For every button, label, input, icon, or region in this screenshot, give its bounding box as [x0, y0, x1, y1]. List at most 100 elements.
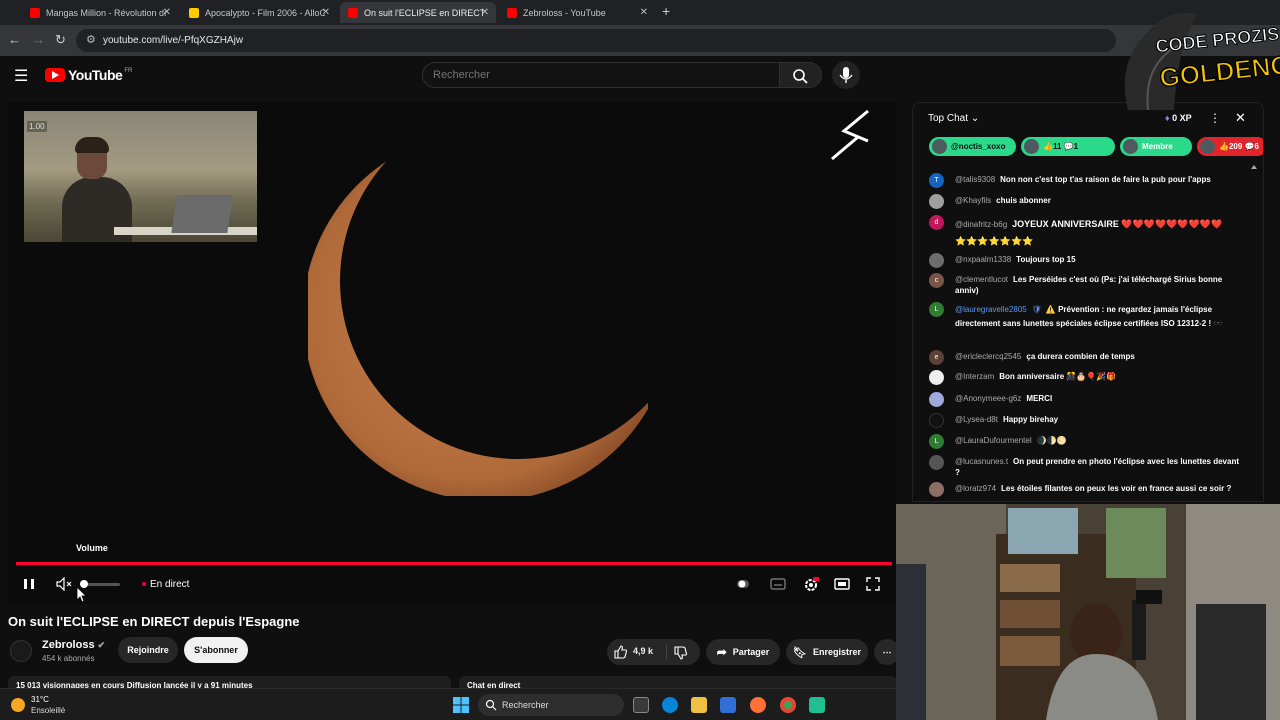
tab-eclipse-live[interactable]: On suit l'ECLIPSE en DIRECT de ✕	[340, 2, 496, 23]
dislike-icon[interactable]	[674, 646, 688, 660]
author-name[interactable]: @loratz974	[955, 484, 996, 493]
search-button[interactable]	[780, 62, 822, 88]
live-indicator[interactable]: En direct	[142, 579, 189, 590]
forward-arrow-icon[interactable]: →	[32, 32, 45, 47]
microsoft-store-icon[interactable]	[720, 697, 736, 713]
weather-sun-icon[interactable]	[11, 698, 25, 712]
message-body: @Khayfils chuis abonner	[955, 195, 1245, 206]
author-name[interactable]: @ericleclercq2545	[955, 352, 1021, 361]
avatar[interactable]: T	[929, 173, 944, 188]
app-icon[interactable]	[809, 697, 825, 713]
avatar[interactable]	[929, 194, 944, 209]
author-name[interactable]: @Khayfils	[955, 196, 991, 205]
like-icon[interactable]	[614, 645, 628, 659]
share-button[interactable]: ➦ Partager	[706, 639, 780, 665]
firefox-icon[interactable]	[750, 697, 766, 713]
author-name[interactable]: @lucasnunes.t	[955, 457, 1008, 466]
avatar[interactable]: d	[929, 215, 944, 230]
avatar[interactable]: e	[929, 350, 944, 365]
theater-mode-icon[interactable]	[834, 577, 850, 591]
chat-chip-poll[interactable]: 👍11 💬1	[1021, 137, 1115, 156]
chevron-down-icon: ⌄	[970, 113, 980, 124]
new-tab-button[interactable]: +	[662, 3, 670, 19]
author-name[interactable]: @LauraDufourmentel	[955, 436, 1032, 445]
author-name[interactable]: @Anonymeee-g6z	[955, 394, 1021, 403]
tab-zebroloss[interactable]: Zebroloss - YouTube ✕	[499, 2, 655, 23]
weather-temperature[interactable]: 31°C	[31, 695, 49, 704]
subscribe-button[interactable]: S'abonner	[184, 637, 248, 663]
xp-badge[interactable]: ♦ 0 XP	[1165, 113, 1192, 123]
edge-browser-icon[interactable]	[662, 697, 678, 713]
pause-icon[interactable]	[22, 577, 36, 591]
message-text: MERCI	[1026, 394, 1053, 403]
join-button[interactable]: Rejoindre	[118, 637, 178, 663]
autoplay-toggle-icon[interactable]	[736, 577, 750, 591]
weather-description[interactable]: Ensoleillé	[31, 706, 65, 715]
voice-search-button[interactable]	[832, 61, 860, 89]
volume-tooltip: Volume	[76, 543, 108, 553]
avatar[interactable]: L	[929, 434, 944, 449]
pip-label: 1.00	[27, 121, 47, 132]
avatar[interactable]	[929, 370, 944, 385]
author-name[interactable]: @talis9308	[955, 175, 995, 184]
youtube-logo[interactable]: YouTube FR	[45, 67, 132, 83]
avatar[interactable]: c	[929, 273, 944, 288]
chrome-icon[interactable]	[780, 697, 796, 713]
avatar[interactable]	[929, 413, 944, 428]
close-icon[interactable]: ✕	[1235, 110, 1246, 126]
save-button[interactable]: 🔖︎ Enregistrer	[786, 639, 868, 665]
subtitles-icon[interactable]	[770, 577, 786, 591]
message-text: chuis abonner	[996, 196, 1051, 205]
close-tab-icon[interactable]: ✕	[481, 7, 489, 18]
chat-options-icon[interactable]: ⋮	[1209, 111, 1221, 125]
chat-message: @Anonymeee-g6z MERCI	[929, 392, 1249, 408]
back-arrow-icon[interactable]: ←	[8, 32, 21, 47]
url-field[interactable]: ⚙ youtube.com/live/-PfqXGZHAjw	[76, 29, 1116, 52]
allocine-favicon-icon	[189, 7, 199, 18]
settings-gear-icon[interactable]	[803, 577, 819, 593]
windows-start-icon[interactable]	[453, 697, 469, 713]
author-name[interactable]: @lauregravelle2805	[955, 305, 1027, 314]
author-name[interactable]: @clementlucot	[955, 275, 1008, 284]
chip-label: 👍11 💬1	[1043, 142, 1079, 151]
video-player[interactable]: 1.00 Volume En direct	[8, 102, 896, 604]
chat-scrollbar[interactable]	[1251, 163, 1257, 493]
more-icon: ⋯	[882, 646, 892, 657]
file-explorer-icon[interactable]	[691, 697, 707, 713]
close-tab-icon[interactable]: ✕	[163, 7, 171, 18]
tab-mangas-million[interactable]: Mangas Million - Révolution de ✕	[22, 2, 178, 23]
search-box[interactable]	[422, 62, 780, 88]
chip-label: Membre	[1142, 142, 1173, 151]
avatar[interactable]	[929, 253, 944, 268]
chat-message: @Khayfils chuis abonner	[929, 194, 1249, 210]
chat-message: L @LauraDufourmentel 🌒🌓🌕	[929, 434, 1249, 452]
close-tab-icon[interactable]: ✕	[322, 7, 330, 18]
avatar[interactable]	[929, 392, 944, 407]
site-info-icon[interactable]: ⚙	[86, 33, 96, 46]
fullscreen-icon[interactable]	[866, 577, 880, 591]
chat-mode-dropdown[interactable]: Top Chat ⌄	[928, 113, 979, 124]
chat-chip-user[interactable]: @noctis_xoxo	[929, 137, 1016, 156]
reload-icon[interactable]: ↻	[55, 32, 66, 48]
chat-chip-reactions[interactable]: 👍209 💬6	[1197, 137, 1263, 156]
search-input[interactable]	[423, 63, 779, 87]
avatar[interactable]	[929, 455, 944, 470]
close-tab-icon[interactable]: ✕	[640, 7, 648, 18]
avatar[interactable]	[929, 482, 944, 497]
tab-apocalypto[interactable]: Apocalypto - Film 2006 - AlloC ✕	[181, 2, 337, 23]
author-name[interactable]: @nxpaalm1338	[955, 255, 1011, 264]
author-name[interactable]: @Interzam	[955, 372, 994, 381]
channel-avatar[interactable]	[10, 640, 32, 662]
taskbar-search[interactable]: Rechercher	[478, 694, 624, 716]
menu-icon[interactable]: ☰	[14, 66, 28, 86]
chat-chip-member[interactable]: Membre	[1120, 137, 1192, 156]
task-view-icon[interactable]	[633, 697, 649, 713]
live-progress-bar[interactable]	[16, 562, 892, 565]
author-name[interactable]: @dinafritz-b6g	[955, 220, 1007, 229]
avatar[interactable]: L	[929, 302, 944, 317]
channel-name[interactable]: Zebroloss ✔	[42, 639, 105, 651]
address-bar-row: ← → ↻ ⚙ youtube.com/live/-PfqXGZHAjw	[0, 25, 1280, 56]
message-body: @talis9308 Non non c'est top t'as raison …	[955, 174, 1245, 185]
mute-icon[interactable]	[56, 577, 72, 591]
author-name[interactable]: @Lysea-d8t	[955, 415, 998, 424]
